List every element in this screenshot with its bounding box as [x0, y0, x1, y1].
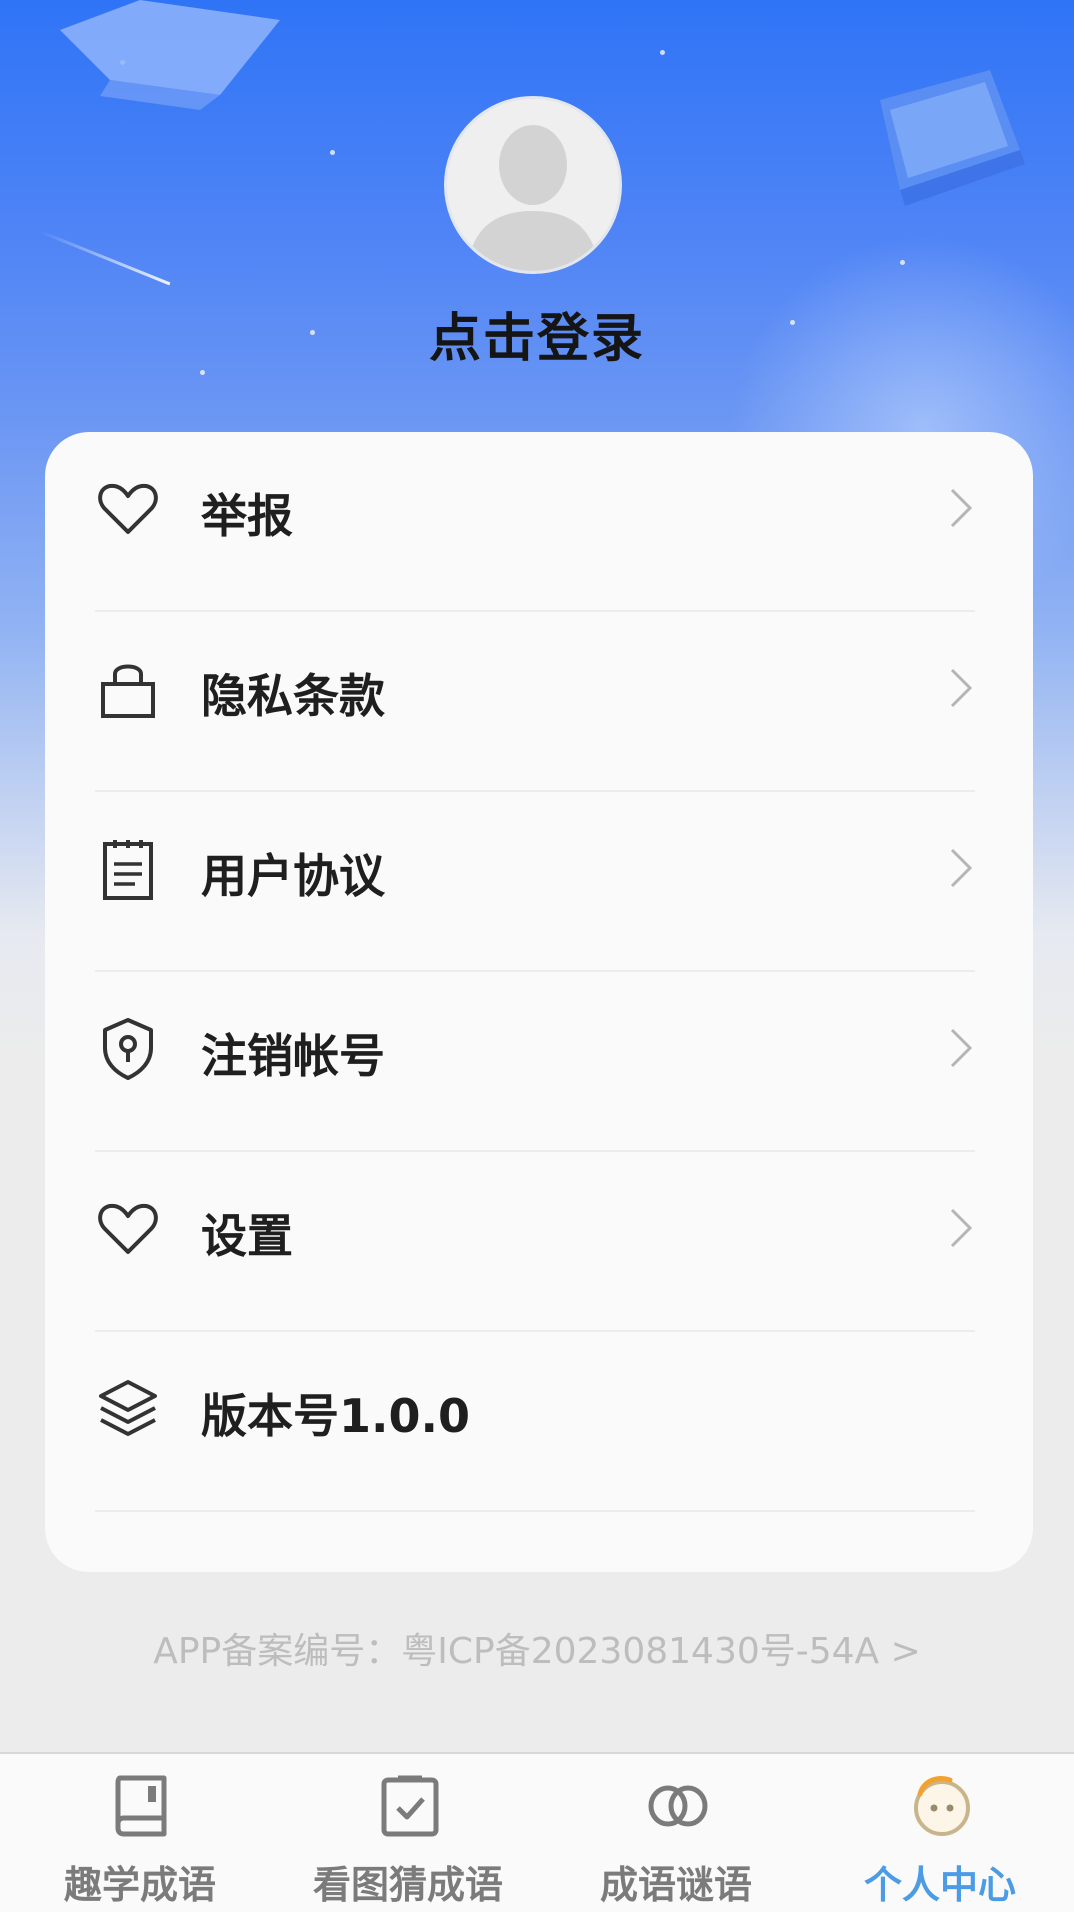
star-decoration [660, 50, 665, 55]
star-decoration [900, 260, 905, 265]
menu-item-label: 设置 [201, 1209, 293, 1263]
tab-fun-idioms[interactable]: 趣学成语 [6, 1754, 274, 1912]
meteor-decoration [39, 230, 171, 286]
avatar[interactable] [444, 96, 622, 274]
icp-record-link[interactable]: APP备案编号：粤ICP备2023081430号-54A > [0, 1622, 1074, 1674]
tab-label: 个人中心 [863, 1863, 1016, 1907]
bottom-tab-bar: 趣学成语 看图猜成语 成语谜语 个人中心 [0, 1752, 1074, 1912]
chevron-right-icon [950, 488, 973, 528]
tab-idiom-riddles[interactable]: 成语谜语 [542, 1754, 810, 1912]
version-label: 版本号1.0.0 [201, 1389, 470, 1443]
menu-item-version: 版本号1.0.0 [95, 1332, 975, 1512]
settings-menu-card: 举报 隐私条款 用户协议 注销帐号 设置 版本号1.0.0 [45, 432, 1033, 1572]
star-decoration [330, 150, 335, 155]
menu-item-privacy-policy[interactable]: 隐私条款 [95, 612, 975, 792]
menu-item-delete-account[interactable]: 注销帐号 [95, 972, 975, 1152]
heart-icon [98, 483, 158, 534]
chevron-right-icon [950, 1208, 973, 1248]
linked-rings-icon [648, 1785, 708, 1827]
menu-item-label: 用户协议 [201, 849, 385, 903]
tab-label: 成语谜语 [599, 1863, 752, 1907]
tab-label: 趣学成语 [63, 1863, 216, 1907]
menu-item-user-agreement[interactable]: 用户协议 [95, 792, 975, 972]
tab-personal-center[interactable]: 个人中心 [806, 1754, 1074, 1912]
lock-icon [101, 664, 155, 718]
chevron-right-icon [950, 1028, 973, 1068]
flying-pages-decoration [60, 0, 280, 110]
tab-guess-idiom-picture[interactable]: 看图猜成语 [274, 1754, 542, 1912]
login-prompt[interactable]: 点击登录 [0, 296, 1074, 371]
shield-keyhole-icon [103, 1018, 153, 1080]
book-icon [115, 1775, 167, 1837]
layers-icon [99, 1380, 157, 1436]
menu-item-label: 举报 [201, 489, 293, 543]
heart-icon [98, 1203, 158, 1254]
chevron-right-icon [950, 848, 973, 888]
menu-item-label: 隐私条款 [201, 669, 385, 723]
menu-item-report[interactable]: 举报 [95, 432, 975, 612]
picture-check-icon [381, 1775, 439, 1837]
chevron-right-icon [950, 668, 973, 708]
default-user-silhouette-icon [447, 99, 619, 271]
smiley-face-icon [914, 1776, 970, 1836]
notepad-icon [103, 840, 153, 900]
open-book-decoration [880, 70, 1025, 206]
menu-item-label: 注销帐号 [201, 1029, 385, 1083]
tab-label: 看图猜成语 [312, 1863, 503, 1907]
menu-item-settings[interactable]: 设置 [95, 1152, 975, 1332]
